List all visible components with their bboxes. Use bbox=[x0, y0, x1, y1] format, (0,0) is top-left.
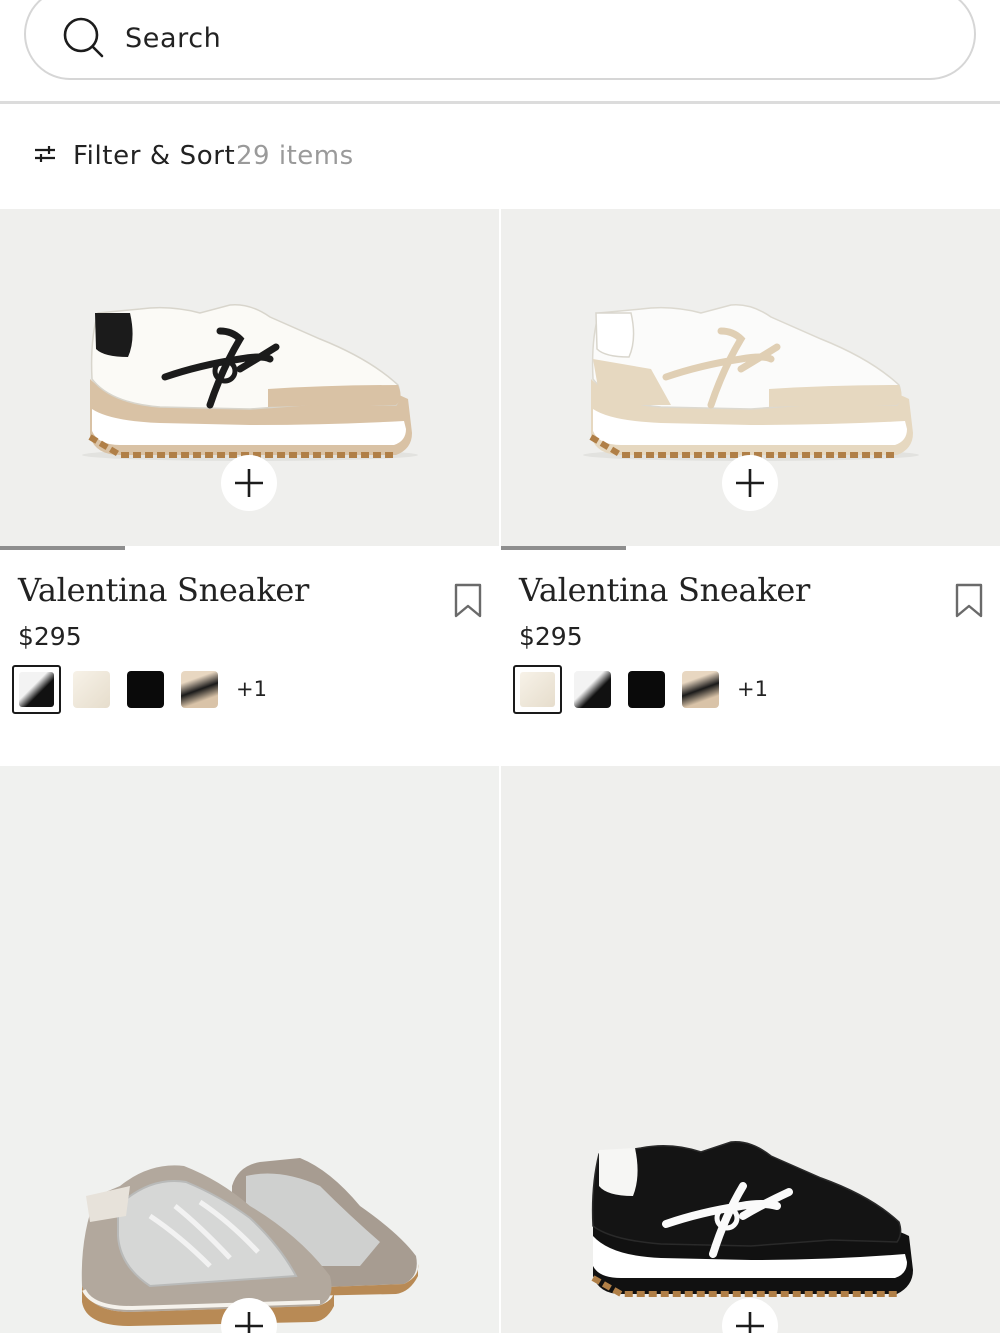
search-icon bbox=[63, 17, 104, 58]
product-image[interactable] bbox=[501, 766, 1000, 1333]
color-swatches: +1 bbox=[12, 665, 312, 715]
product-name[interactable]: Valentina Sneaker bbox=[18, 571, 309, 609]
bookmark-icon[interactable] bbox=[453, 583, 483, 619]
color-swatch[interactable] bbox=[73, 671, 110, 708]
more-colors[interactable]: +1 bbox=[236, 677, 267, 701]
product-card[interactable] bbox=[0, 766, 499, 1333]
color-swatch[interactable] bbox=[682, 671, 719, 708]
bookmark-icon[interactable] bbox=[954, 583, 984, 619]
product-card[interactable]: Valentina Sneaker $295 +1 bbox=[0, 209, 499, 766]
filter-sort-button[interactable]: Filter & Sort bbox=[73, 141, 235, 171]
color-swatch-selected[interactable] bbox=[12, 665, 61, 714]
add-to-cart-button[interactable] bbox=[221, 455, 277, 511]
image-carousel-indicator bbox=[0, 546, 125, 550]
color-swatch[interactable] bbox=[574, 671, 611, 708]
add-to-cart-button[interactable] bbox=[722, 455, 778, 511]
search-placeholder: Search bbox=[125, 23, 222, 54]
plus-icon bbox=[235, 469, 263, 497]
plus-icon bbox=[736, 1312, 764, 1333]
color-swatch-selected[interactable] bbox=[513, 665, 562, 714]
item-count: 29 items bbox=[236, 141, 354, 171]
filter-icon[interactable] bbox=[34, 143, 56, 165]
product-image[interactable] bbox=[501, 209, 1000, 546]
color-swatches: +1 bbox=[513, 665, 813, 715]
product-price: $295 bbox=[18, 622, 82, 651]
product-image[interactable] bbox=[0, 766, 499, 1333]
color-swatch[interactable] bbox=[181, 671, 218, 708]
product-name[interactable]: Valentina Sneaker bbox=[519, 571, 810, 609]
product-image[interactable] bbox=[0, 209, 499, 546]
plus-icon bbox=[736, 469, 764, 497]
image-carousel-indicator bbox=[501, 546, 626, 550]
color-swatch[interactable] bbox=[127, 671, 164, 708]
plus-icon bbox=[235, 1312, 263, 1333]
search-bar: Search bbox=[0, 0, 1000, 104]
product-card[interactable] bbox=[501, 766, 1000, 1333]
product-price: $295 bbox=[519, 622, 583, 651]
product-card[interactable]: Valentina Sneaker $295 +1 bbox=[501, 209, 1000, 766]
sneaker-image bbox=[81, 1158, 419, 1326]
search-input[interactable]: Search bbox=[24, 0, 976, 80]
filter-bar: Filter & Sort 29 items bbox=[0, 107, 1000, 209]
more-colors[interactable]: +1 bbox=[737, 677, 768, 701]
color-swatch[interactable] bbox=[628, 671, 665, 708]
sneaker-image bbox=[591, 1141, 913, 1297]
